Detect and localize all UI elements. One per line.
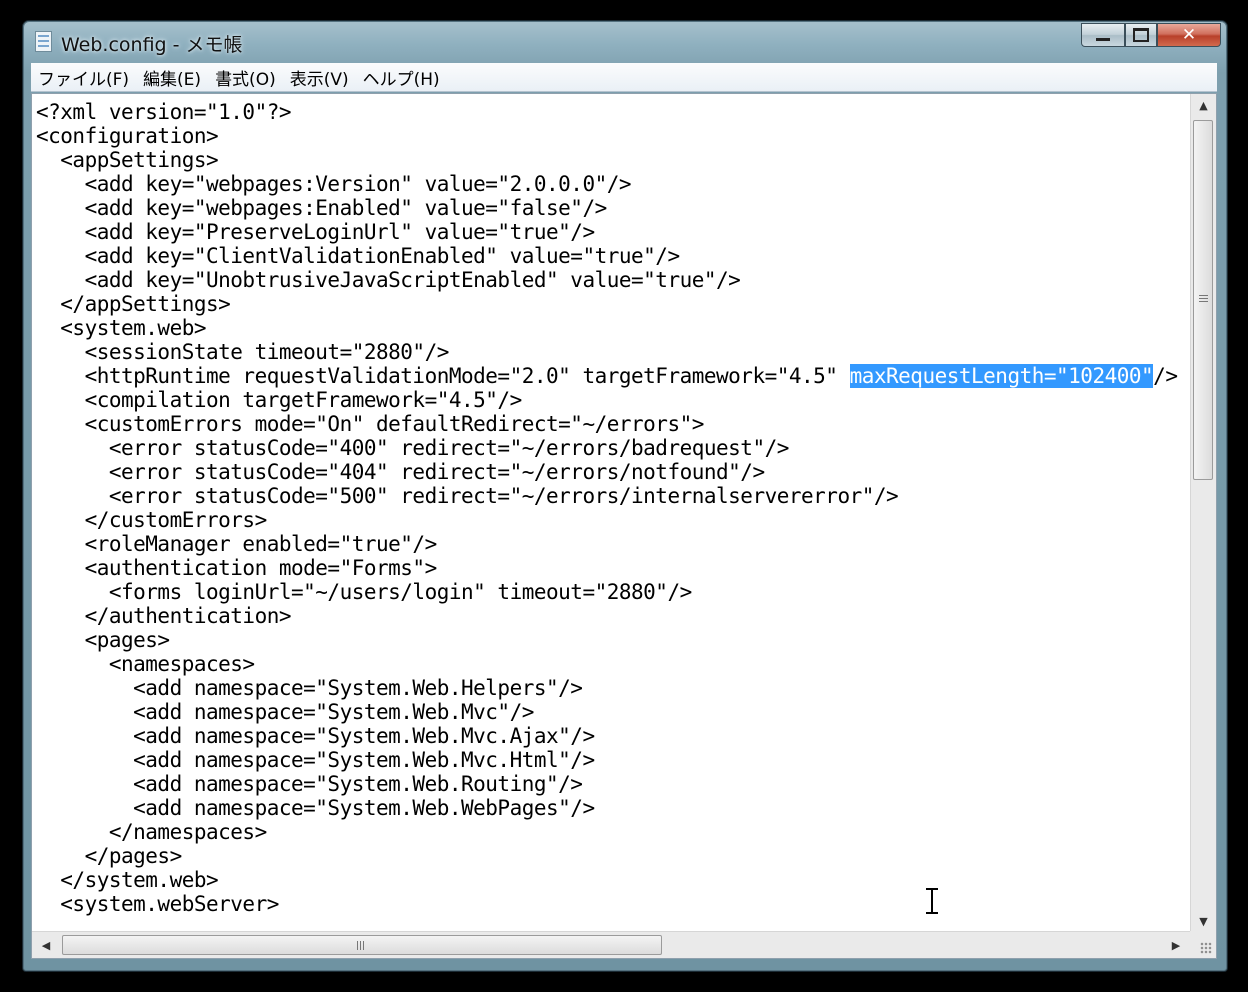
selected-text: maxRequestLength="102400": [849, 364, 1154, 388]
text-line: <configuration>: [36, 124, 219, 148]
text-line: <sessionState timeout="2880"/>: [36, 340, 450, 364]
text-line: <error statusCode="500" redirect="~/erro…: [36, 484, 899, 508]
minimize-button[interactable]: [1081, 23, 1125, 47]
text-line: <add key="UnobtrusiveJavaScriptEnabled" …: [36, 268, 741, 292]
text-line: <add key="PreserveLoginUrl" value="true"…: [36, 220, 596, 244]
text-line: <add key="webpages:Enabled" value="false…: [36, 196, 608, 220]
text-line: <error statusCode="404" redirect="~/erro…: [36, 460, 765, 484]
menu-edit[interactable]: 編集(E): [136, 65, 208, 90]
text-line: <roleManager enabled="true"/>: [36, 532, 438, 556]
vertical-scroll-thumb[interactable]: [1193, 120, 1213, 480]
text-line: <add namespace="System.Web.Mvc.Ajax"/>: [36, 724, 595, 748]
text-line: <add namespace="System.Web.Helpers"/>: [36, 676, 583, 700]
scroll-down-button[interactable]: ▼: [1191, 910, 1216, 932]
text-line: </customErrors>: [36, 508, 268, 532]
text-line: <compilation targetFramework="4.5"/>: [36, 388, 523, 412]
text-line: </authentication>: [36, 604, 292, 628]
text-line: <system.web>: [36, 316, 207, 340]
maximize-icon: [1133, 28, 1149, 42]
text-line: </system.web>: [36, 868, 219, 892]
minimize-icon: [1096, 37, 1110, 41]
text-line: <customErrors mode="On" defaultRedirect=…: [36, 412, 705, 436]
size-grip-icon: [1200, 942, 1212, 954]
text-line: <authentication mode="Forms">: [36, 556, 438, 580]
text-editor[interactable]: <?xml version="1.0"?> <configuration> <ap…: [32, 94, 1190, 932]
menu-bar: ファイル(F) 編集(E) 書式(O) 表示(V) ヘルプ(H): [31, 63, 1217, 92]
menu-file[interactable]: ファイル(F): [31, 65, 136, 90]
text-line: <add key="webpages:Version" value="2.0.0…: [36, 172, 632, 196]
text-line: </pages>: [36, 844, 183, 868]
close-button[interactable]: ✕: [1157, 23, 1221, 47]
menu-help[interactable]: ヘルプ(H): [356, 65, 447, 90]
text-line: <system.webServer>: [36, 892, 279, 916]
text-line: <httpRuntime requestValidationMode="2.0"…: [36, 364, 1178, 388]
text-line: <forms loginUrl="~/users/login" timeout=…: [36, 580, 692, 604]
text-line: </namespaces>: [36, 820, 267, 844]
close-icon: ✕: [1181, 25, 1197, 45]
text-line: <pages>: [36, 628, 171, 652]
ibeam-cursor-icon: [926, 888, 938, 914]
notepad-icon[interactable]: [35, 31, 52, 52]
size-grip-corner[interactable]: [1190, 931, 1216, 958]
title-bar[interactable]: Web.config - メモ帳 ✕: [23, 21, 1227, 61]
text-line: <add namespace="System.Web.Routing"/>: [36, 772, 583, 796]
window-title: Web.config - メモ帳: [61, 34, 243, 56]
menu-view[interactable]: 表示(V): [283, 65, 356, 90]
text-line: <error statusCode="400" redirect="~/erro…: [36, 436, 790, 460]
horizontal-scroll-thumb[interactable]: [62, 935, 662, 955]
scroll-right-button[interactable]: ▶: [1164, 932, 1188, 958]
text-line: </appSettings>: [36, 292, 231, 316]
text-line: <add namespace="System.Web.WebPages"/>: [36, 796, 595, 820]
editor-area[interactable]: <?xml version="1.0"?> <configuration> <ap…: [31, 93, 1217, 959]
text-line: <namespaces>: [36, 652, 255, 676]
horizontal-scrollbar[interactable]: ◀ ▶: [32, 931, 1190, 958]
vertical-scrollbar[interactable]: ▲ ▼: [1190, 94, 1216, 932]
scroll-up-button[interactable]: ▲: [1191, 94, 1216, 116]
text-line: <add key="ClientValidationEnabled" value…: [36, 244, 681, 268]
window-controls: ✕: [1081, 23, 1221, 47]
notepad-window: Web.config - メモ帳 ✕ ファイル(F) 編集(E) 書式(O) 表…: [22, 20, 1228, 972]
text-line: <add namespace="System.Web.Mvc.Html"/>: [36, 748, 595, 772]
scroll-left-button[interactable]: ◀: [34, 932, 58, 958]
maximize-button[interactable]: [1125, 23, 1157, 47]
menu-format[interactable]: 書式(O): [208, 65, 283, 90]
text-line: <?xml version="1.0"?>: [36, 100, 292, 124]
text-line: <appSettings>: [36, 148, 219, 172]
text-line: <add namespace="System.Web.Mvc"/>: [36, 700, 534, 724]
